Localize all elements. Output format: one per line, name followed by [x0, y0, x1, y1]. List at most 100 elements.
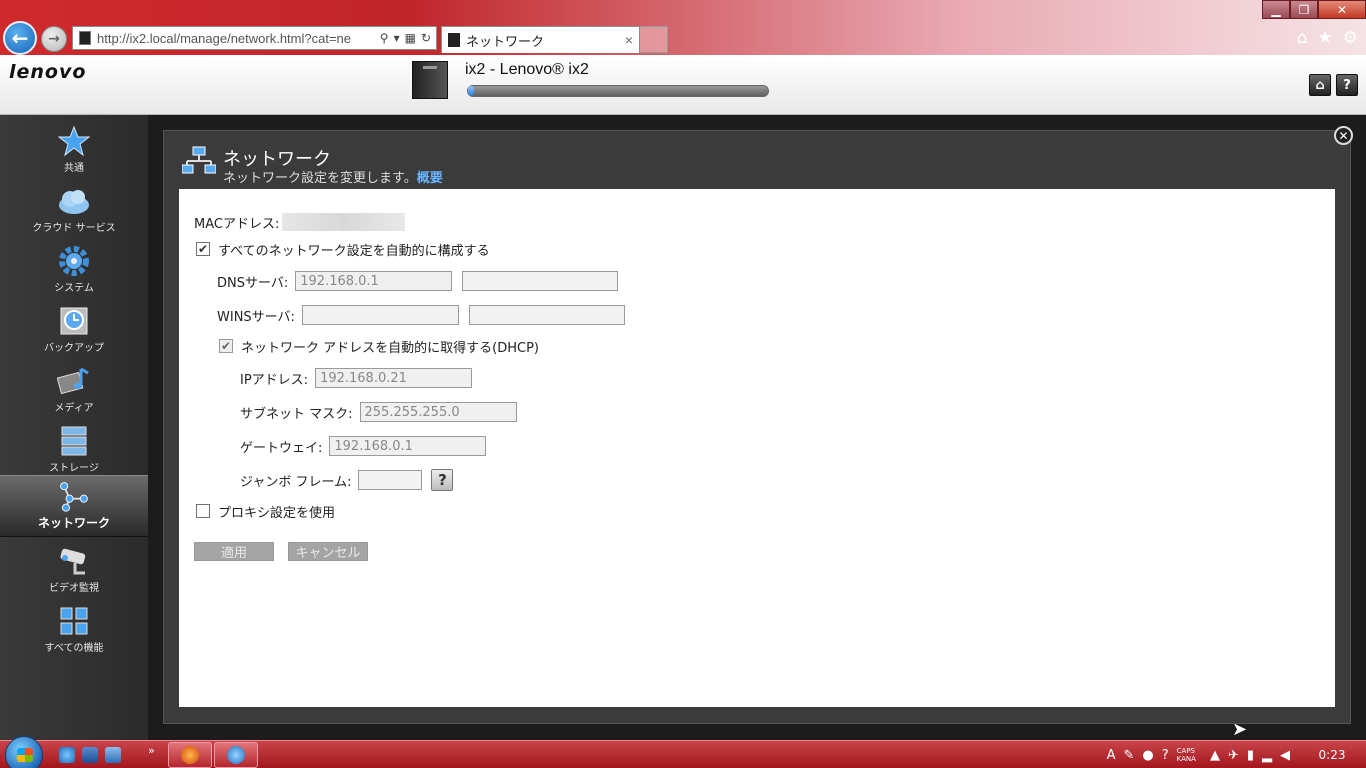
network-icon — [57, 480, 91, 512]
sidebar-item-label: バックアップ — [44, 343, 104, 354]
address-bar[interactable]: http://ix2.local/manage/network.html?cat… — [72, 26, 437, 50]
back-arrow-icon: ← — [11, 26, 29, 50]
dns-secondary-input[interactable] — [462, 271, 619, 291]
dns-primary-input[interactable]: 192.168.0.1 — [295, 271, 453, 291]
proxy-label: プロキシ設定を使用 — [218, 505, 336, 521]
sidebar-item-all-features[interactable]: すべての機能 — [0, 601, 148, 661]
sidebar-item-label: すべての機能 — [44, 643, 104, 654]
windows-logo-icon — [17, 748, 33, 762]
sidebar-item-label: ネットワーク — [37, 516, 110, 530]
camera-icon — [57, 545, 91, 577]
pin-icon[interactable]: ✈ — [1228, 748, 1239, 763]
show-hidden-icons-icon[interactable]: ▲ — [1210, 748, 1220, 763]
subnet-row: サブネット マスク: 255.255.255.0 — [240, 402, 517, 422]
tab-favicon-icon — [448, 33, 460, 47]
compat-view-icon[interactable]: ▦ — [405, 31, 416, 45]
dhcp-checkbox[interactable]: ✔ — [219, 339, 233, 353]
page-description: ネットワーク設定を変更します。概要 — [223, 167, 443, 186]
network-section-icon — [181, 146, 217, 176]
jumbo-help-button[interactable]: ? — [431, 469, 454, 491]
minimize-button[interactable]: ▁ — [1262, 0, 1290, 19]
dropdown-icon[interactable]: ▾ — [394, 31, 400, 45]
quicklaunch-more-icon[interactable]: » — [148, 744, 155, 757]
sidebar-item-system[interactable]: システム — [0, 241, 148, 301]
maximize-button[interactable]: ❐ — [1290, 0, 1318, 19]
site-favicon-icon — [79, 31, 91, 45]
gateway-input[interactable]: 192.168.0.1 — [329, 436, 487, 456]
house-icon: ⌂ — [1315, 77, 1325, 93]
overview-link[interactable]: 概要 — [417, 171, 443, 186]
wins-label: WINSサーバ: — [217, 309, 295, 325]
sidebar-item-label: メディア — [54, 403, 94, 414]
jumbo-frame-row: ジャンボ フレーム: ? — [240, 468, 454, 492]
ime-language-icon[interactable]: A — [1107, 748, 1116, 763]
device-name: ix2 - Lenovo® ix2 — [465, 61, 589, 78]
start-button[interactable] — [5, 736, 43, 768]
star-icon — [57, 125, 91, 157]
sidebar-item-network[interactable]: ネットワーク — [0, 475, 148, 537]
gateway-label: ゲートウェイ: — [240, 440, 323, 456]
back-button[interactable]: ← — [3, 21, 37, 55]
ime-tools-icon[interactable]: ✎ — [1124, 748, 1135, 763]
close-icon: ✕ — [1338, 128, 1349, 143]
desktop-quicklaunch-icon[interactable] — [105, 747, 121, 763]
jumbo-frame-select[interactable] — [358, 470, 423, 490]
help-button[interactable]: ? — [1336, 74, 1358, 96]
power-icon[interactable]: ▮ — [1247, 748, 1254, 763]
nas-device-icon — [412, 61, 448, 99]
sidebar-item-storage[interactable]: ストレージ — [0, 421, 148, 481]
apply-button[interactable]: 適用 — [194, 542, 274, 561]
proxy-checkbox[interactable] — [196, 504, 210, 518]
tab-title: ネットワーク — [466, 33, 545, 49]
browser-chrome: ← → http://ix2.local/manage/network.html… — [0, 0, 1366, 55]
taskbar-ie[interactable] — [214, 742, 258, 768]
mac-row: MACアドレス: — [194, 212, 406, 232]
proxy-row: プロキシ設定を使用 — [196, 501, 335, 521]
grid-icon — [57, 605, 91, 637]
home-icon[interactable]: ⌂ — [1297, 28, 1308, 48]
ime-status[interactable]: CAPS KANA — [1177, 747, 1196, 763]
taskbar-firefox[interactable] — [168, 742, 212, 768]
ime-kana: KANA — [1176, 755, 1196, 763]
ime-mode-icon[interactable]: ● — [1142, 748, 1153, 763]
sidebar-item-label: クラウド サービス — [32, 223, 116, 234]
volume-icon[interactable]: ◀ — [1280, 748, 1290, 763]
tab-close-icon[interactable]: × — [625, 32, 639, 48]
ime-help-icon[interactable]: ? — [1162, 748, 1169, 763]
sidebar: 共通 クラウド サービス システム バックアップ メディア ストレージ ネットワ… — [0, 115, 148, 740]
capacity-fill — [468, 86, 474, 96]
refresh-icon[interactable]: ↻ — [421, 31, 431, 45]
sidebar-item-video-surveillance[interactable]: ビデオ監視 — [0, 541, 148, 601]
browser-tab[interactable]: ネットワーク × — [441, 26, 640, 53]
ie-quicklaunch-icon[interactable] — [59, 747, 75, 763]
question-icon: ? — [1343, 77, 1351, 93]
favorites-star-icon[interactable]: ★ — [1318, 28, 1333, 48]
ip-address-input[interactable]: 192.168.0.21 — [315, 368, 473, 388]
auto-config-checkbox[interactable]: ✔ — [196, 242, 210, 256]
app-header: lenovo ix2 - Lenovo® ix2 ⌂ ? — [0, 55, 1366, 115]
forward-button[interactable]: → — [41, 26, 67, 52]
explorer-quicklaunch-icon[interactable] — [82, 747, 98, 763]
gateway-row: ゲートウェイ: 192.168.0.1 — [240, 436, 487, 456]
window-close-button[interactable]: ✕ — [1318, 0, 1366, 19]
wins-secondary-input[interactable] — [468, 305, 625, 325]
panel-close-button[interactable]: ✕ — [1334, 126, 1353, 145]
wins-primary-input[interactable] — [301, 305, 459, 325]
wins-row: WINSサーバ: — [217, 305, 625, 325]
window-controls: ▁ ❐ ✕ — [1262, 0, 1366, 19]
sidebar-item-media[interactable]: メディア — [0, 361, 148, 421]
clock[interactable]: 0:23 — [1298, 748, 1366, 762]
mac-value-redacted — [282, 213, 406, 231]
network-signal-icon[interactable]: ▂ — [1262, 748, 1272, 763]
sidebar-item-cloud[interactable]: クラウド サービス — [0, 181, 148, 241]
subnet-mask-input[interactable]: 255.255.255.0 — [359, 402, 517, 422]
sidebar-item-label: システム — [54, 283, 94, 294]
cancel-button[interactable]: キャンセル — [288, 542, 368, 561]
sidebar-item-common[interactable]: 共通 — [0, 121, 148, 181]
new-tab-button[interactable] — [640, 26, 668, 53]
sidebar-item-backup[interactable]: バックアップ — [0, 301, 148, 361]
settings-gear-icon[interactable]: ⚙ — [1343, 28, 1358, 48]
home-button[interactable]: ⌂ — [1309, 74, 1331, 96]
search-icon[interactable]: ⚲ — [380, 31, 389, 45]
address-url[interactable]: http://ix2.local/manage/network.html?cat… — [97, 31, 380, 46]
